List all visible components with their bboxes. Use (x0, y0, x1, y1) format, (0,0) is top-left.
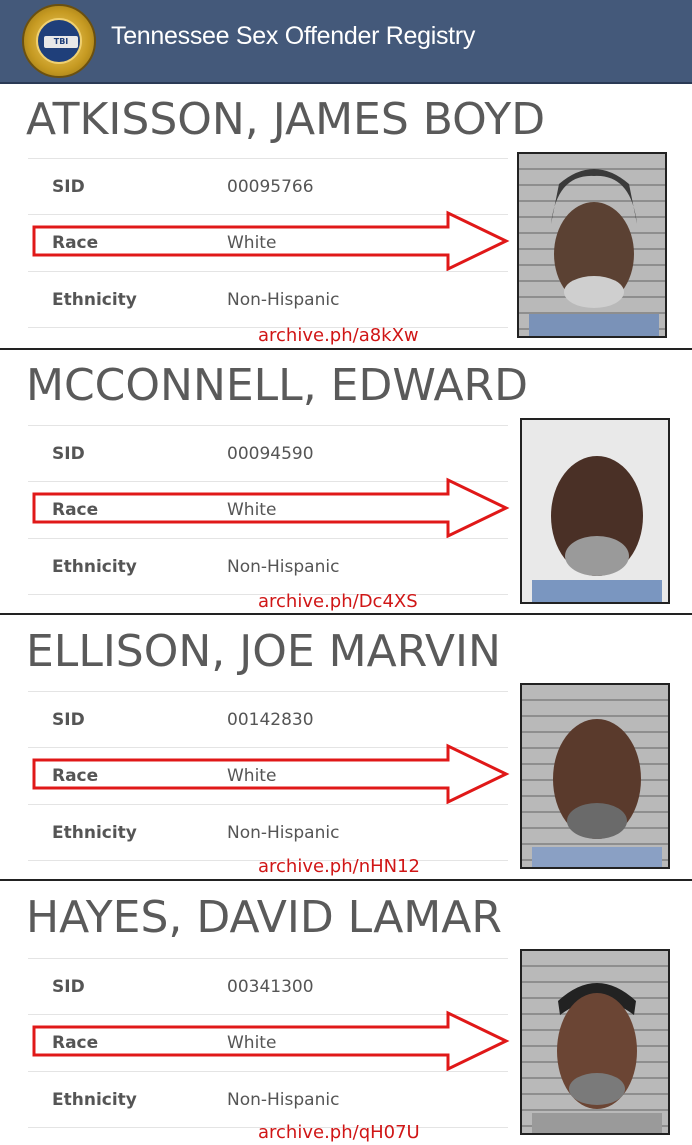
seal-text: TBI (53, 37, 69, 46)
site-title[interactable]: Tennessee Sex Offender Registry (111, 22, 475, 51)
ethnicity-label: Ethnicity (52, 557, 137, 577)
race-value: White (227, 500, 277, 520)
offender-card: HAYES, DAVID LAMAR SID 00341300 Race Whi… (0, 882, 692, 1145)
ethnicity-label: Ethnicity (52, 823, 137, 843)
mugshot-photo (520, 949, 670, 1135)
offender-name[interactable]: HAYES, DAVID LAMAR (26, 892, 502, 943)
ethnicity-value: Non-Hispanic (227, 1090, 340, 1110)
offender-name[interactable]: ELLISON, JOE MARVIN (26, 626, 501, 677)
tbi-seal-icon: TBI (22, 4, 96, 78)
ethnicity-label: Ethnicity (52, 290, 137, 310)
ethnicity-value: Non-Hispanic (227, 823, 340, 843)
sid-label: SID (52, 977, 85, 997)
site-header: TBI Tennessee Sex Offender Registry (0, 0, 692, 84)
ethnicity-value: Non-Hispanic (227, 290, 340, 310)
race-label: Race (52, 500, 99, 520)
mugshot-photo (520, 683, 670, 869)
race-label: Race (52, 766, 99, 786)
offender-card: ATKISSON, JAMES BOYD SID 00095766 Race W… (0, 84, 692, 350)
archive-link[interactable]: archive.ph/Dc4XS (258, 591, 418, 612)
mugshot-photo (520, 418, 670, 604)
card-divider (0, 879, 692, 881)
archive-link[interactable]: archive.ph/nHN12 (258, 856, 420, 877)
sid-label: SID (52, 444, 85, 464)
offender-name[interactable]: ATKISSON, JAMES BOYD (26, 94, 545, 145)
offender-card: ELLISON, JOE MARVIN SID 00142830 Race Wh… (0, 616, 692, 882)
race-value: White (227, 1033, 277, 1053)
race-value: White (227, 766, 277, 786)
sid-value: 00094590 (227, 444, 314, 464)
sid-value: 00341300 (227, 977, 314, 997)
sid-label: SID (52, 710, 85, 730)
sid-value: 00142830 (227, 710, 314, 730)
archive-link[interactable]: archive.ph/qH07U (258, 1122, 420, 1143)
sid-value: 00095766 (227, 177, 314, 197)
card-divider (0, 613, 692, 615)
offender-card: MCCONNELL, EDWARD SID 00094590 Race Whit… (0, 350, 692, 616)
ethnicity-label: Ethnicity (52, 1090, 137, 1110)
race-label: Race (52, 233, 99, 253)
mugshot-photo (517, 152, 667, 338)
sid-label: SID (52, 177, 85, 197)
archive-link[interactable]: archive.ph/a8kXw (258, 325, 419, 346)
offender-name[interactable]: MCCONNELL, EDWARD (26, 360, 528, 411)
race-label: Race (52, 1033, 99, 1053)
ethnicity-value: Non-Hispanic (227, 557, 340, 577)
race-value: White (227, 233, 277, 253)
